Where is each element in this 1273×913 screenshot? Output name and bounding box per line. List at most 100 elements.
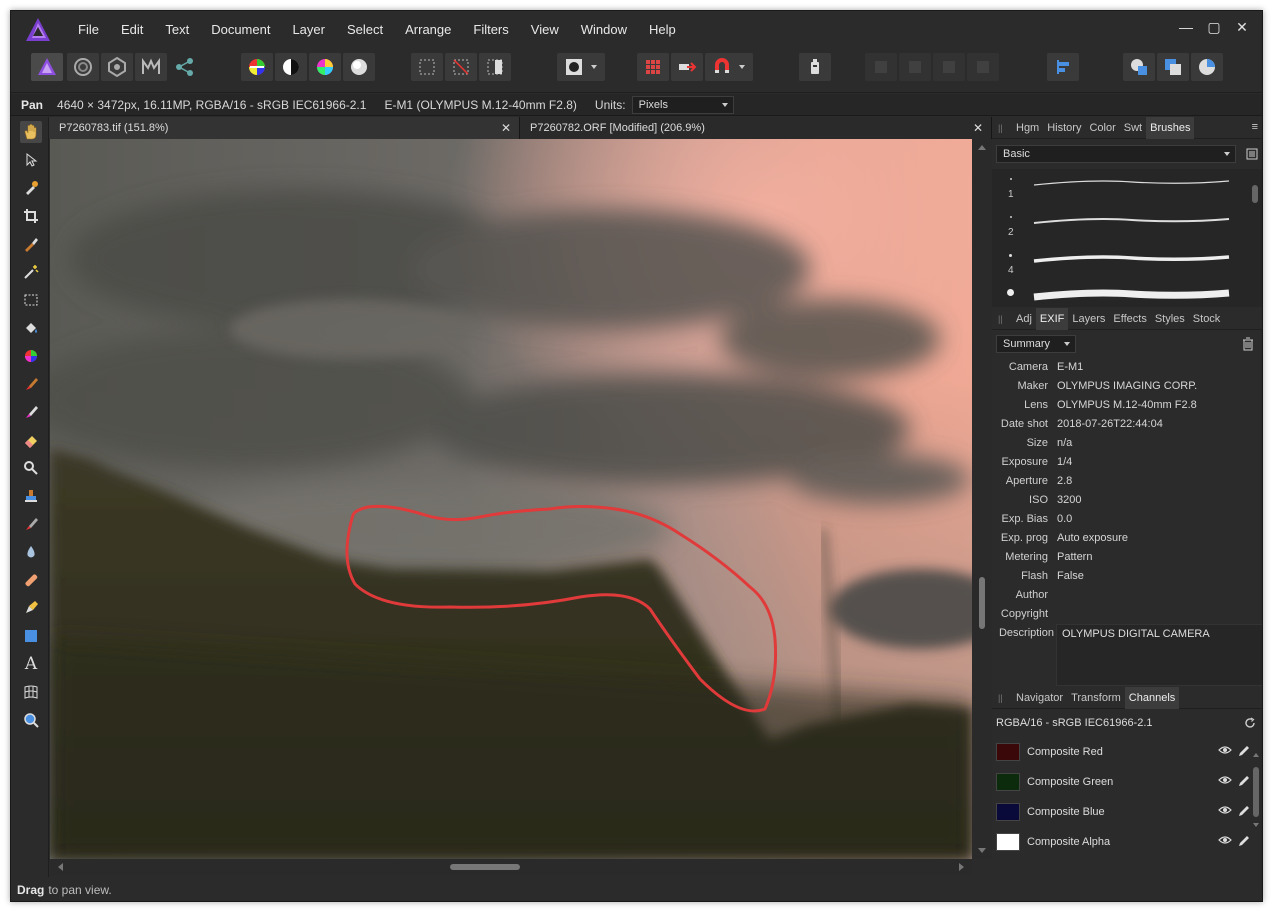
channel-scroll-thumb[interactable] — [1253, 767, 1259, 817]
tab-navigator[interactable]: Navigator — [1012, 687, 1067, 709]
crop-tool-button[interactable] — [20, 205, 42, 227]
pencil-icon[interactable] — [1238, 805, 1250, 817]
menu-select[interactable]: Select — [336, 11, 394, 49]
tab-exif[interactable]: EXIF — [1035, 307, 1069, 330]
color-replacement-tool-button[interactable] — [20, 401, 42, 423]
marquee-tool-button[interactable] — [20, 289, 42, 311]
zoom-tool-button[interactable] — [20, 709, 42, 731]
trash-icon[interactable] — [1242, 337, 1254, 351]
menu-arrange[interactable]: Arrange — [394, 11, 462, 49]
close-tab-icon[interactable]: ✕ — [501, 117, 511, 139]
menu-help[interactable]: Help — [638, 11, 687, 49]
tone-mapping-persona-button[interactable] — [135, 53, 167, 81]
exif-mode-dropdown[interactable]: Summary — [996, 335, 1076, 353]
channel-row[interactable]: Composite Blue — [992, 797, 1262, 827]
brush-item[interactable]: 4 — [992, 245, 1244, 283]
brush-item[interactable]: 2 — [992, 207, 1244, 245]
scroll-down-icon[interactable] — [1253, 823, 1259, 827]
black-white-button[interactable] — [275, 53, 307, 81]
rectangle-tool-button[interactable] — [20, 625, 42, 647]
menu-document[interactable]: Document — [200, 11, 281, 49]
vertical-scrollbar[interactable] — [972, 139, 992, 859]
align-button[interactable] — [1047, 53, 1079, 81]
exif-value[interactable]: 0.0 — [1054, 510, 1072, 529]
blur-tool-button[interactable] — [20, 541, 42, 563]
vertical-scroll-thumb[interactable] — [979, 577, 985, 629]
panel-menu-icon[interactable]: ≡ — [1252, 121, 1258, 133]
units-dropdown[interactable]: Pixels — [631, 95, 734, 114]
snapping-button[interactable] — [705, 53, 753, 81]
mesh-warp-tool-button[interactable] — [20, 681, 42, 703]
exif-value[interactable] — [1054, 605, 1057, 624]
dodge-tool-button[interactable] — [20, 457, 42, 479]
eye-icon[interactable] — [1218, 835, 1232, 845]
text-tool-button[interactable]: A — [20, 653, 42, 675]
selection-brush-tool-button[interactable] — [20, 233, 42, 255]
channel-row[interactable]: Composite Alpha — [992, 827, 1262, 857]
blemish-tool-button[interactable] — [20, 513, 42, 535]
exif-value[interactable]: OLYMPUS IMAGING CORP. — [1054, 377, 1197, 396]
tab-adjustments[interactable]: Adj — [1012, 308, 1036, 330]
scroll-up-icon[interactable] — [978, 145, 986, 150]
brush-list-scrollbar[interactable] — [1250, 169, 1262, 307]
channel-list-scrollbar[interactable] — [1252, 753, 1260, 873]
scroll-up-icon[interactable] — [1253, 753, 1259, 757]
panel-grip-icon[interactable]: || — [998, 123, 1006, 133]
exif-value[interactable] — [1054, 586, 1057, 605]
tab-effects[interactable]: Effects — [1109, 308, 1150, 330]
menu-view[interactable]: View — [520, 11, 570, 49]
scroll-left-icon[interactable] — [58, 863, 63, 871]
boolean-intersect-button[interactable] — [1191, 53, 1223, 81]
move-front-button[interactable] — [967, 53, 999, 81]
maximize-icon[interactable]: ▢ — [1200, 11, 1228, 43]
exif-value[interactable]: 3200 — [1054, 491, 1081, 510]
tab-styles[interactable]: Styles — [1151, 308, 1189, 330]
group-button[interactable] — [899, 53, 931, 81]
pencil-icon[interactable] — [1238, 745, 1250, 757]
tab-history[interactable]: History — [1043, 117, 1085, 139]
exif-value[interactable]: E-M1 — [1054, 358, 1083, 377]
tab-swatches[interactable]: Swt — [1120, 117, 1146, 139]
exif-value[interactable]: OLYMPUS M.12-40mm F2.8 — [1054, 396, 1197, 415]
panel-grip-icon[interactable]: || — [998, 314, 1006, 324]
assistant-button[interactable] — [799, 53, 831, 81]
erase-tool-button[interactable] — [20, 429, 42, 451]
channel-row[interactable]: Composite Red — [992, 737, 1262, 767]
invert-selection-button[interactable] — [479, 53, 511, 81]
liquify-persona-button[interactable] — [67, 53, 99, 81]
scroll-right-icon[interactable] — [959, 863, 964, 871]
exif-value[interactable]: Auto exposure — [1054, 529, 1128, 548]
color-picker-tool-button[interactable] — [20, 177, 42, 199]
tab-brushes[interactable]: Brushes — [1146, 116, 1195, 139]
brush-list-scroll-thumb[interactable] — [1252, 185, 1258, 203]
eye-icon[interactable] — [1218, 745, 1232, 755]
pencil-icon[interactable] — [1238, 835, 1250, 847]
close-tab-icon[interactable]: ✕ — [973, 117, 983, 139]
brush-item[interactable] — [992, 283, 1244, 307]
canvas-view[interactable] — [50, 139, 972, 859]
document-tab-2[interactable]: P7260782.ORF [Modified] (206.9%) ✕ — [520, 117, 992, 139]
hsl-button[interactable] — [309, 53, 341, 81]
exif-value[interactable]: False — [1054, 567, 1084, 586]
exif-description-field[interactable]: OLYMPUS DIGITAL CAMERA — [1056, 624, 1262, 686]
menu-file[interactable]: File — [67, 11, 110, 49]
horizontal-scrollbar[interactable] — [50, 859, 972, 875]
view-tool-button[interactable] — [20, 121, 42, 143]
boolean-add-button[interactable] — [1123, 53, 1155, 81]
levels-button[interactable] — [241, 53, 273, 81]
exif-value[interactable]: 1/4 — [1054, 453, 1072, 472]
select-all-button[interactable] — [411, 53, 443, 81]
minimize-icon[interactable]: — — [1172, 11, 1200, 43]
paint-brush-tool-button[interactable] — [20, 373, 42, 395]
tab-layers[interactable]: Layers — [1068, 308, 1109, 330]
menu-layer[interactable]: Layer — [281, 11, 336, 49]
eye-icon[interactable] — [1218, 805, 1232, 815]
quick-mask-button[interactable] — [557, 53, 605, 81]
menu-text[interactable]: Text — [154, 11, 200, 49]
channel-row[interactable]: Composite Green — [992, 767, 1262, 797]
list-view-icon[interactable] — [1246, 148, 1258, 160]
exif-value[interactable]: 2.8 — [1054, 472, 1072, 491]
exif-value[interactable]: n/a — [1054, 434, 1072, 453]
tab-transform[interactable]: Transform — [1067, 687, 1125, 709]
horizontal-scroll-thumb[interactable] — [450, 864, 520, 870]
